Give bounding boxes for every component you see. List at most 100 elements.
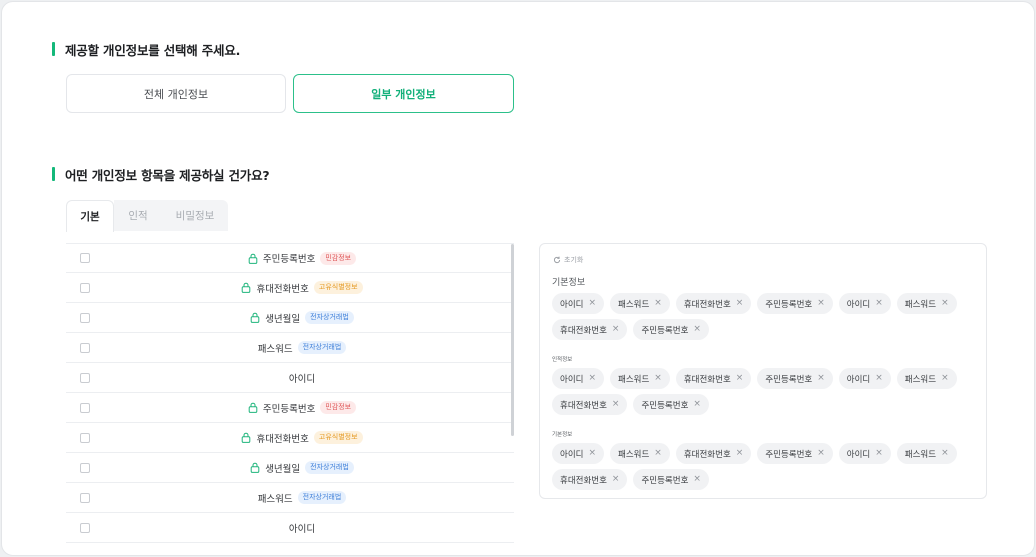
chip-label: 주민등록번호 [765, 449, 813, 460]
close-icon[interactable]: × [941, 374, 949, 383]
lock-icon [248, 253, 258, 264]
close-icon[interactable]: × [875, 299, 883, 308]
item-label: 패스워드 [257, 343, 293, 355]
chip-label: 아이디 [846, 374, 871, 385]
close-icon[interactable]: × [612, 400, 620, 409]
item-checkbox[interactable] [80, 462, 90, 473]
close-icon[interactable]: × [693, 325, 701, 334]
tab-secret[interactable]: 비밀정보 [162, 200, 228, 231]
close-icon[interactable]: × [817, 449, 825, 458]
tab-basic[interactable]: 기본 [66, 200, 114, 232]
item-checkbox[interactable] [80, 282, 90, 293]
chip-label: 아이디 [846, 449, 871, 460]
item-content: 생년월일 전자상거래법 [96, 461, 508, 475]
list-item[interactable]: 아이디 [66, 363, 514, 393]
selected-chip: 주민등록번호 × [757, 368, 833, 389]
item-checkbox[interactable] [80, 253, 90, 263]
chip-label: 아이디 [560, 449, 584, 460]
selected-chip: 패스워드 × [896, 368, 957, 389]
close-icon[interactable]: × [588, 374, 596, 383]
chip-label: 아이디 [846, 299, 871, 310]
list-item[interactable]: 아이디 [66, 513, 514, 543]
list-item[interactable]: 주민등록번호 민감정보 [66, 393, 514, 423]
selected-chip: 아이디 × [838, 293, 891, 314]
all-info-button[interactable]: 전체 개인정보 [66, 74, 286, 113]
category-badge: 고유식별정보 [313, 431, 363, 444]
section-title-text: 어떤 개인정보 항목을 제공하실 건가요? [65, 167, 270, 183]
info-item-list: 주민등록번호 민감정보 휴대전화번호 고유식별정보 생년월일 전자상거래법 패스워드 전자상거… [66, 243, 514, 555]
section-title-items: 어떤 개인정보 항목을 제공하실 건가요? [52, 166, 270, 183]
list-scrollbar[interactable] [511, 244, 514, 436]
category-badge: 전자상거래법 [305, 461, 354, 474]
chip-group: 아이디 × 패스워드 × 휴대전화번호 × 주민등록번호 × 아이디 × 패스워드 × 휴대전화번호 × 주… [552, 368, 978, 415]
item-checkbox[interactable] [80, 372, 90, 383]
selected-chip: 아이디 × [552, 368, 605, 389]
chip-label: 휴대전화번호 [560, 400, 607, 411]
item-checkbox[interactable] [80, 402, 90, 413]
section-title-text: 제공할 개인정보를 선택해 주세요. [65, 42, 241, 58]
close-icon[interactable]: × [941, 449, 949, 458]
item-label: 패스워드 [257, 493, 293, 505]
list-item[interactable]: 주민등록번호 민감정보 [66, 243, 514, 273]
item-checkbox[interactable] [80, 492, 90, 503]
list-item[interactable]: 패스워드 전자상거래법 [66, 333, 514, 363]
list-item[interactable]: 휴대전화번호 고유식별정보 [66, 273, 514, 303]
close-icon[interactable]: × [654, 449, 662, 458]
selected-chip: 휴대전화번호 × [675, 368, 752, 389]
item-label: 생년월일 [265, 463, 301, 475]
chip-label: 패스워드 [618, 374, 650, 385]
item-checkbox[interactable] [80, 522, 90, 533]
chip-label: 주민등록번호 [641, 400, 689, 411]
group-title: 기본정보 [552, 278, 586, 288]
list-item[interactable]: 패스워드 전자상거래법 [66, 483, 514, 513]
close-icon[interactable]: × [693, 400, 701, 409]
list-item[interactable]: 생년월일 전자상거래법 [66, 453, 514, 483]
tab-personal[interactable]: 인적 [114, 200, 162, 231]
close-icon[interactable]: × [817, 299, 825, 308]
selected-chip: 주민등록번호 × [633, 319, 709, 340]
group-title: 인적정보 [552, 357, 573, 363]
selected-chip: 휴대전화번호 × [552, 394, 628, 415]
item-checkbox[interactable] [80, 342, 90, 353]
chip-label: 아이디 [560, 374, 584, 385]
list-item[interactable]: 휴대전화번호 고유식별정보 [66, 423, 514, 453]
list-item[interactable]: 생년월일 전자상거래법 [66, 303, 514, 333]
lock-icon [242, 432, 251, 443]
close-icon[interactable]: × [875, 449, 883, 458]
accent-bar [52, 167, 55, 181]
close-icon[interactable]: × [941, 299, 949, 308]
close-icon[interactable]: × [612, 475, 620, 484]
close-icon[interactable]: × [736, 374, 744, 383]
item-content: 휴대전화번호 고유식별정보 [96, 281, 508, 295]
close-icon[interactable]: × [736, 299, 744, 308]
item-label: 주민등록번호 [262, 403, 316, 415]
close-icon[interactable]: × [875, 374, 883, 383]
chip-label: 주민등록번호 [765, 299, 813, 310]
chip-label: 휴대전화번호 [560, 475, 607, 486]
item-content: 패스워드 전자상거래법 [96, 341, 508, 355]
lock-icon [242, 282, 251, 293]
close-icon[interactable]: × [612, 325, 620, 334]
close-icon[interactable]: × [817, 374, 825, 383]
close-icon[interactable]: × [588, 449, 596, 458]
close-icon[interactable]: × [654, 374, 662, 383]
item-content: 생년월일 전자상거래법 [96, 311, 508, 325]
category-badge: 전자상거래법 [305, 311, 354, 324]
partial-info-button[interactable]: 일부 개인정보 [293, 74, 514, 113]
lock-icon [250, 462, 260, 473]
close-icon[interactable]: × [654, 299, 662, 308]
reset-button[interactable]: 초기화 [553, 255, 583, 265]
selected-chip: 패스워드 × [610, 293, 670, 314]
item-content: 아이디 [96, 371, 508, 385]
close-icon[interactable]: × [693, 475, 701, 484]
item-checkbox[interactable] [80, 432, 90, 443]
close-icon[interactable]: × [588, 299, 596, 308]
item-content: 주민등록번호 민감정보 [96, 401, 508, 415]
selected-chip: 패스워드 × [610, 368, 670, 389]
group-title: 기본정보 [552, 432, 573, 438]
chip-group: 아이디 × 패스워드 × 휴대전화번호 × 주민등록번호 × 아이디 × 패스워드 × 휴대전화번호 × 주… [552, 293, 978, 340]
item-checkbox[interactable] [80, 312, 90, 323]
close-icon[interactable]: × [736, 449, 744, 458]
item-content: 아이디 [96, 521, 508, 535]
chip-label: 패스워드 [618, 449, 650, 460]
